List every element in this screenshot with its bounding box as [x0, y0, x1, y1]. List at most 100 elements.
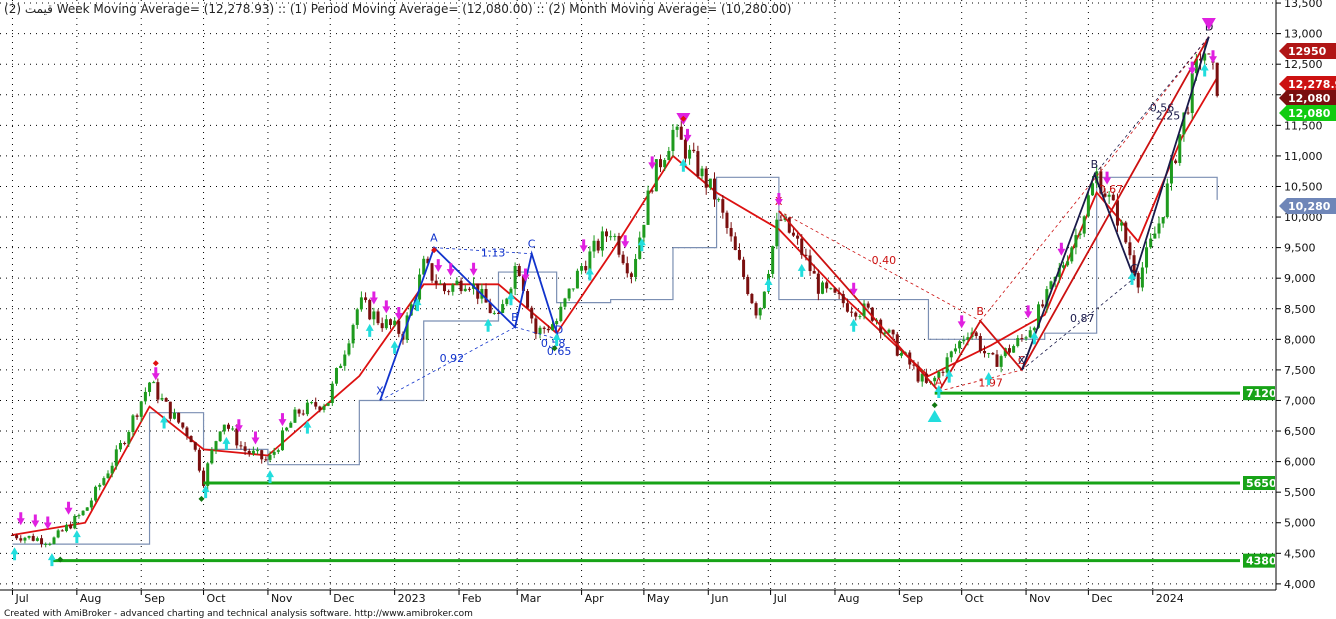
pattern-ratio-label: 0.65: [547, 345, 572, 358]
price-candle: [1169, 160, 1173, 184]
price-candle: [114, 449, 118, 466]
price-candle: [185, 427, 189, 436]
x-tick-label: Oct: [207, 592, 227, 605]
price-candle: [256, 450, 260, 452]
price-candle: [575, 270, 579, 289]
price-candle: [152, 382, 156, 384]
price-candle: [1074, 235, 1078, 248]
price-candle: [866, 303, 870, 308]
x-tick-label: 2023: [398, 592, 426, 605]
price-candle: [758, 308, 762, 316]
price-candle: [1149, 238, 1153, 248]
pattern-ratio-label: 0.40: [872, 254, 897, 267]
pattern-point-label: A: [430, 232, 438, 245]
price-candle: [372, 311, 376, 320]
price-candle: [322, 405, 326, 410]
price-candle: [671, 129, 675, 152]
price-candle: [127, 431, 131, 444]
price-candle: [131, 415, 135, 432]
price-candle: [696, 151, 700, 177]
price-candle: [746, 276, 750, 295]
y-tick-label: 11,500: [1284, 119, 1323, 132]
price-candle: [1124, 222, 1128, 243]
y-tick-label: 13,500: [1284, 0, 1323, 10]
price-candle: [210, 449, 214, 464]
price-candle: [52, 537, 56, 544]
price-candle: [160, 398, 164, 400]
y-tick-label: 4,000: [1284, 578, 1316, 591]
price-candle: [168, 401, 172, 419]
price-candle: [829, 288, 833, 290]
price-candle: [73, 515, 77, 529]
price-candle: [567, 288, 571, 299]
price-candle: [808, 255, 812, 272]
price-candle: [854, 312, 858, 317]
price-candle: [40, 538, 44, 545]
price-candle: [1161, 217, 1165, 224]
price-candle: [222, 424, 226, 432]
price-candle: [1136, 273, 1140, 288]
price-candle: [260, 450, 264, 460]
value-tag-label: 12,080: [1288, 107, 1331, 120]
y-tick-label: 10,500: [1284, 180, 1323, 193]
price-candle: [592, 240, 596, 252]
price-candle: [60, 530, 64, 532]
price-chart[interactable]: 712056504380 XABCD0.921.130.580.65XABCD0…: [0, 0, 1336, 619]
price-candle: [596, 240, 600, 251]
y-tick-label: 8,500: [1284, 303, 1316, 316]
price-candle: [148, 382, 152, 392]
support-label: 4380: [1246, 555, 1277, 568]
price-candle: [106, 473, 110, 479]
price-candle: [388, 319, 392, 326]
price-candle: [347, 343, 351, 355]
pattern-point-label: C: [528, 238, 536, 251]
price-candle: [239, 445, 243, 447]
price-candle: [285, 427, 289, 431]
price-candle: [35, 538, 39, 541]
y-tick-label: 5,500: [1284, 486, 1316, 499]
x-tick-label: Nov: [271, 592, 293, 605]
price-candle: [750, 294, 754, 304]
x-tick-label: Feb: [462, 592, 481, 605]
price-candle: [634, 258, 638, 277]
price-candle: [463, 288, 467, 292]
price-candle: [264, 459, 268, 461]
price-candle: [368, 300, 372, 320]
pattern-ratio-label: 2.25: [1156, 109, 1181, 122]
price-candle: [380, 323, 384, 329]
price-candle: [1078, 233, 1082, 236]
price-candle: [675, 126, 679, 130]
price-candle: [742, 259, 746, 277]
price-candle: [1215, 62, 1219, 96]
price-candle: [542, 327, 546, 329]
price-candle: [118, 443, 122, 450]
price-candle: [837, 292, 841, 295]
price-candle: [139, 401, 143, 417]
price-candle: [775, 219, 779, 247]
chart-title: قيمت (2) Week Moving Average= (12,278.93…: [4, 2, 791, 16]
price-candle: [56, 530, 60, 538]
price-candle: [534, 318, 538, 334]
price-candle: [293, 409, 297, 423]
price-candle: [492, 312, 496, 314]
x-tick-label: Dec: [1091, 592, 1112, 605]
price-candle: [725, 212, 729, 228]
price-candle: [330, 383, 334, 404]
price-candle: [123, 443, 127, 445]
pattern-ratio-label: 0.92: [440, 352, 465, 365]
price-candle: [513, 265, 517, 289]
price-candle: [812, 271, 816, 274]
price-candle: [667, 151, 671, 161]
y-tick-label: 9,000: [1284, 272, 1316, 285]
credit-text: Created with AmiBroker - advanced charti…: [4, 609, 473, 619]
y-tick-label: 6,000: [1284, 456, 1316, 469]
price-candle: [700, 168, 704, 177]
price-candle: [899, 352, 903, 356]
price-candle: [688, 149, 692, 159]
price-candle: [85, 507, 89, 511]
price-candle: [459, 280, 463, 292]
price-candle: [69, 524, 73, 529]
price-candle: [600, 231, 604, 251]
price-candle: [193, 442, 197, 450]
x-tick-label: Jul: [14, 592, 28, 605]
